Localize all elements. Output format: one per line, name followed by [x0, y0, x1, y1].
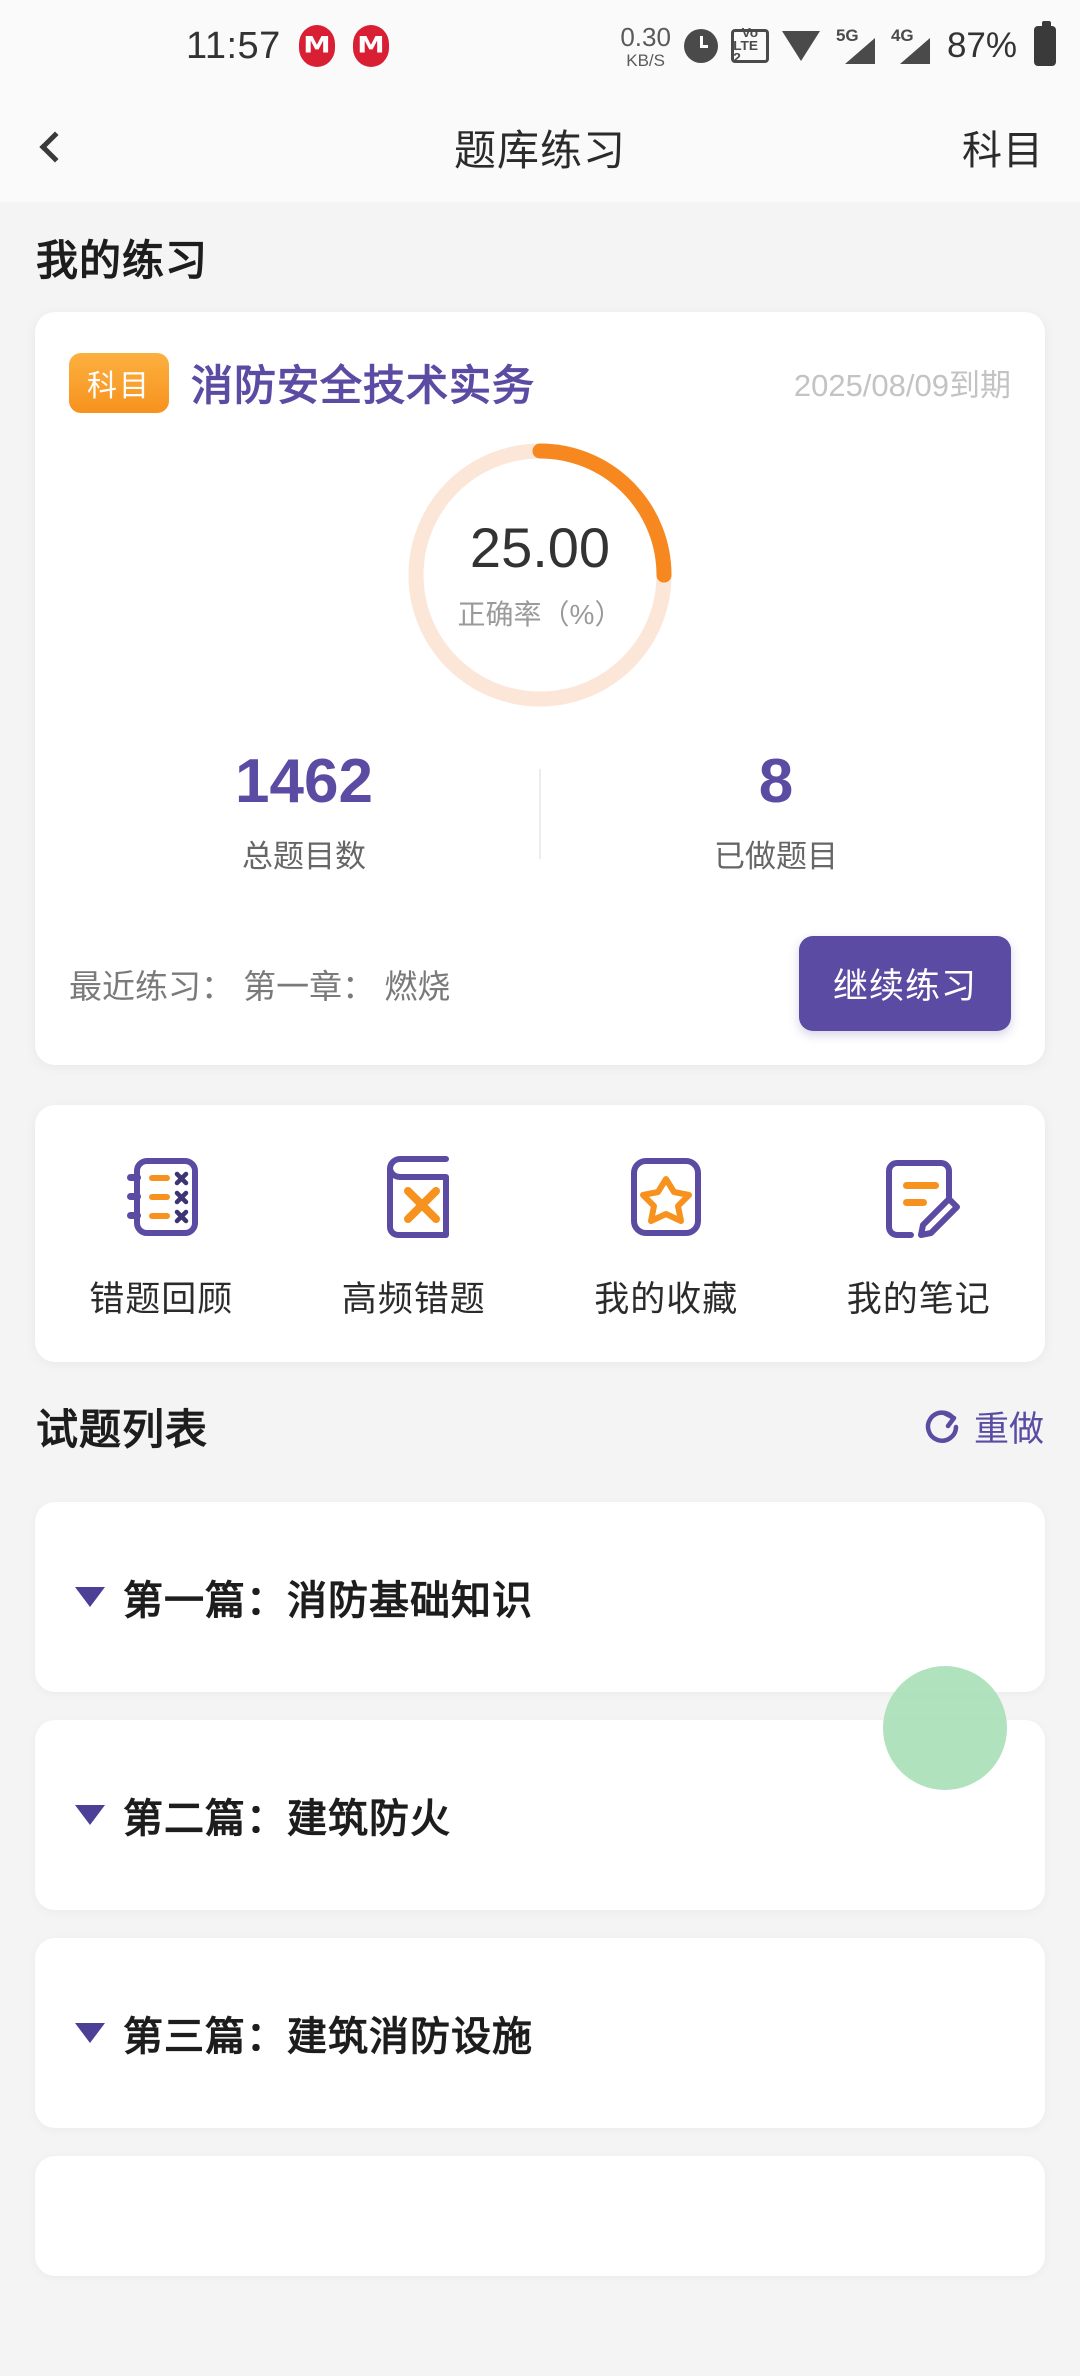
status-bar-clock: 11:57 [186, 24, 281, 67]
star-favorite-icon [618, 1149, 714, 1245]
tool-label-my-notes: 我的笔记 [846, 1280, 991, 1319]
done-questions-label: 已做题目 [714, 839, 838, 874]
accuracy-value: 25.00 [469, 516, 611, 580]
my-practice-section-header: 我的练习 [0, 202, 1080, 312]
refresh-icon [920, 1405, 962, 1447]
wrong-question-notebook-icon [113, 1149, 209, 1245]
tool-label-my-favorites: 我的收藏 [594, 1280, 739, 1319]
total-questions-label: 总题目数 [242, 839, 366, 874]
question-list-section-header: 试题列表 重做 [0, 1362, 1080, 1490]
triangle-down-icon [75, 1587, 105, 1607]
notification-app-icon-2 [352, 25, 389, 67]
volte-icon: Vo LTE 2 [730, 26, 769, 66]
signal-5g-icon: 5G [833, 26, 875, 64]
chapter-row[interactable]: 第一篇：消防基础知识 [35, 1502, 1045, 1692]
redo-label: 重做 [973, 1409, 1044, 1449]
touch-indicator [883, 1666, 1007, 1790]
battery-percent-label: 87% [946, 26, 1017, 65]
chapter-label: 第三篇：建筑消防设施 [123, 2015, 533, 2059]
chapter-label: 第二篇：建筑防火 [123, 1797, 451, 1841]
frequent-error-book-icon [366, 1149, 462, 1245]
page-content: 我的练习 科目 消防安全技术实务 2025/08/09到期 25.00 正确率（… [0, 202, 1080, 2304]
signal-5g-bars [844, 38, 875, 64]
signal-4g-icon: 4G [888, 26, 930, 64]
expiry-date-label: 2025/08/09到期 [793, 368, 1011, 403]
status-bar-left: 11:57 [186, 25, 389, 68]
volte-label-bottom: LTE 2 [733, 37, 758, 66]
notification-app-icon-1 [298, 25, 335, 67]
tool-frequent-errors[interactable]: 高频错题 [288, 1149, 541, 1322]
practice-stats: 1462 总题目数 8 已做题目 [69, 751, 1011, 876]
network-speed-indicator: 0.30 KB/S [620, 24, 671, 69]
total-questions-number: 1462 [235, 747, 373, 816]
chapter-label: 第一篇：消防基础知识 [123, 1579, 533, 1623]
tools-card: 错题回顾 高频错题 我的收藏 我的笔记 [35, 1105, 1045, 1362]
chapter-row[interactable]: 第三篇：建筑消防设施 [35, 1938, 1045, 2128]
tool-my-favorites[interactable]: 我的收藏 [540, 1149, 793, 1322]
accuracy-label: 正确率（%） [457, 598, 623, 630]
subject-selector-button[interactable]: 科目 [962, 118, 1044, 176]
practice-card-header: 科目 消防安全技术实务 2025/08/09到期 [69, 352, 1011, 413]
recent-practice-label: 最近练习： 第一章： 燃烧 [69, 967, 451, 1005]
my-practice-title: 我的练习 [36, 236, 209, 284]
continue-practice-button[interactable]: 继续练习 [798, 936, 1011, 1031]
wifi-icon [781, 31, 820, 61]
done-questions-number: 8 [758, 747, 794, 816]
tool-my-notes[interactable]: 我的笔记 [793, 1149, 1046, 1322]
subject-name: 消防安全技术实务 [191, 362, 536, 409]
redo-button[interactable]: 重做 [920, 1401, 1044, 1452]
accuracy-ring: 25.00 正确率（%） [400, 435, 680, 715]
accuracy-ring-center: 25.00 正确率（%） [400, 517, 680, 633]
question-list-title: 试题列表 [36, 1405, 209, 1453]
stat-total-questions: 1462 总题目数 [69, 751, 539, 876]
alarm-clock-icon [683, 29, 718, 63]
triangle-down-icon [75, 2023, 105, 2043]
chapter-list: 第一篇：消防基础知识 第二篇：建筑防火 第三篇：建筑消防设施 [0, 1502, 1080, 2276]
subject-badge: 科目 [69, 352, 169, 413]
network-speed-unit: KB/S [626, 50, 665, 70]
stat-done-questions: 8 已做题目 [541, 751, 1011, 876]
practice-card-footer: 最近练习： 第一章： 燃烧 继续练习 [69, 936, 1011, 1031]
accuracy-ring-wrapper: 25.00 正确率（%） [69, 435, 1011, 715]
status-bar-right: 0.30 KB/S Vo LTE 2 5G 4G 87% [620, 21, 1056, 69]
app-screen: 11:57 0.30 KB/S Vo LTE 2 5G 4G 87% [0, 0, 1080, 2376]
navigation-bar: 题库练习 科目 [0, 92, 1080, 202]
triangle-down-icon [75, 1805, 105, 1825]
tool-wrong-question-review[interactable]: 错题回顾 [35, 1149, 288, 1322]
chapter-row-partial[interactable] [35, 2156, 1045, 2276]
signal-4g-bars [899, 38, 930, 64]
network-speed-value: 0.30 [620, 21, 671, 52]
page-title: 题库练习 [453, 126, 626, 174]
status-bar: 11:57 0.30 KB/S Vo LTE 2 5G 4G 87% [0, 0, 1080, 92]
tool-label-wrong-question-review: 错题回顾 [89, 1280, 234, 1319]
note-pencil-icon [871, 1149, 967, 1245]
battery-icon [1034, 21, 1056, 66]
tool-label-frequent-errors: 高频错题 [341, 1280, 486, 1319]
practice-summary-card[interactable]: 科目 消防安全技术实务 2025/08/09到期 25.00 正确率（%） 14… [35, 312, 1045, 1065]
